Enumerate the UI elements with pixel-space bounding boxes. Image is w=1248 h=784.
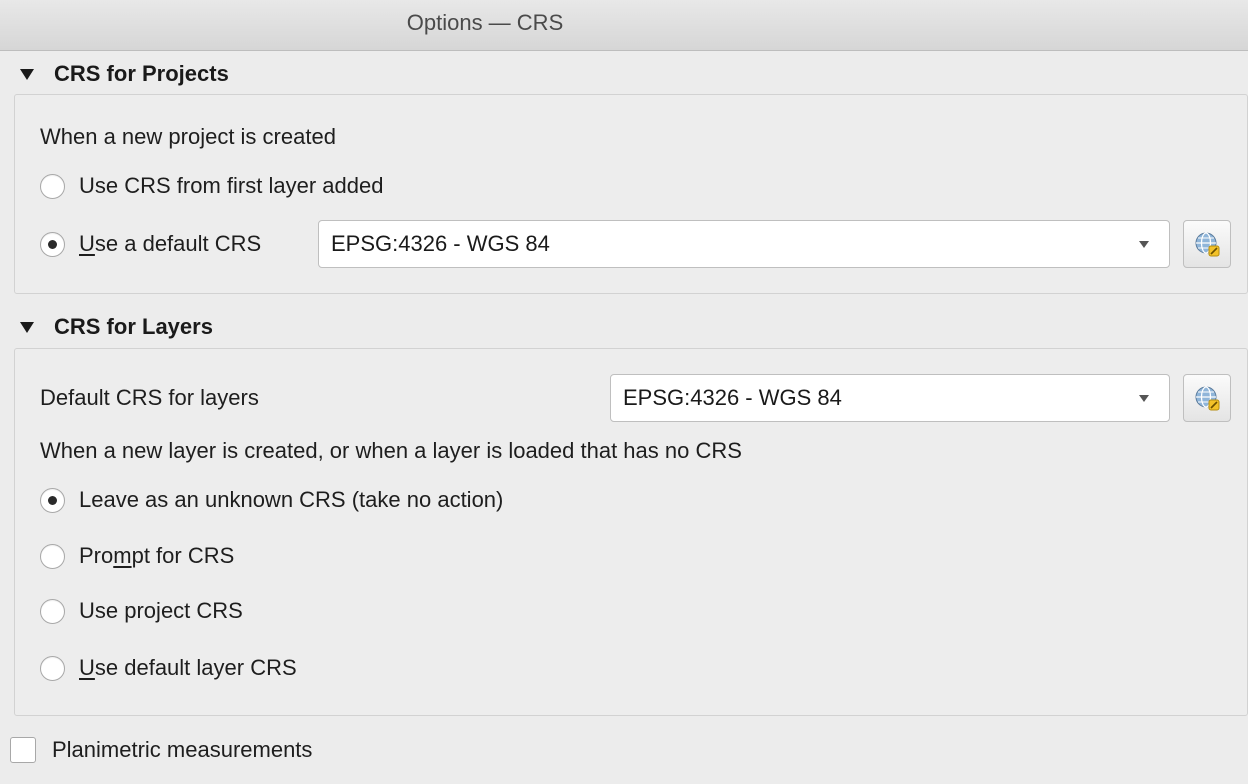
planimetric-label[interactable]: Planimetric measurements: [52, 737, 312, 763]
window-titlebar: Options — CRS: [0, 0, 1248, 51]
radio-first-layer-label[interactable]: Use CRS from first layer added: [79, 173, 383, 199]
radio-project-crs-label[interactable]: Use project CRS: [79, 598, 243, 624]
radio-default-crs-label[interactable]: Use a default CRS: [79, 231, 261, 257]
radio-default-layer-crs-label[interactable]: Use default layer CRS: [79, 655, 297, 681]
radio-default-crs[interactable]: Use a default CRS: [40, 231, 261, 257]
planimetric-checkbox-row[interactable]: Planimetric measurements: [10, 737, 312, 763]
radio-unknown-crs-control[interactable]: [40, 487, 65, 513]
section-header-projects[interactable]: CRS for Projects: [20, 59, 229, 89]
layer-crs-select-button[interactable]: [1183, 374, 1231, 422]
project-crs-select-button[interactable]: [1183, 220, 1231, 268]
radio-default-layer-crs[interactable]: Use default layer CRS: [40, 655, 297, 681]
radio-unknown-crs[interactable]: Leave as an unknown CRS (take no action): [40, 487, 503, 513]
radio-prompt-crs-label[interactable]: Prompt for CRS: [79, 543, 234, 569]
chevron-down-icon[interactable]: [1139, 395, 1149, 402]
project-crs-value: EPSG:4326 - WGS 84: [331, 231, 550, 256]
globe-crs-select-icon: [1195, 232, 1220, 257]
planimetric-checkbox[interactable]: [10, 737, 36, 763]
radio-prompt-crs[interactable]: Prompt for CRS: [40, 543, 234, 569]
radio-prompt-crs-control[interactable]: [40, 543, 65, 569]
globe-crs-select-icon: [1195, 386, 1220, 411]
projects-prompt-label: When a new project is created: [40, 124, 336, 149]
radio-project-crs[interactable]: Use project CRS: [40, 598, 243, 624]
default-crs-layers-label: Default CRS for layers: [40, 385, 259, 410]
layer-crs-value: EPSG:4326 - WGS 84: [623, 385, 842, 410]
radio-first-layer[interactable]: Use CRS from first layer added: [40, 173, 383, 199]
radio-unknown-crs-label[interactable]: Leave as an unknown CRS (take no action): [79, 487, 503, 513]
section-title-projects: CRS for Projects: [54, 61, 229, 86]
chevron-down-icon[interactable]: [1139, 241, 1149, 248]
radio-project-crs-control[interactable]: [40, 598, 65, 624]
section-title-layers: CRS for Layers: [54, 314, 213, 339]
section-header-layers[interactable]: CRS for Layers: [20, 312, 213, 342]
radio-default-layer-crs-control[interactable]: [40, 655, 65, 681]
layers-prompt-label: When a new layer is created, or when a l…: [40, 438, 742, 463]
project-crs-combo[interactable]: EPSG:4326 - WGS 84: [318, 220, 1170, 268]
radio-first-layer-control[interactable]: [40, 173, 65, 199]
layer-crs-combo[interactable]: EPSG:4326 - WGS 84: [610, 374, 1170, 422]
triangle-down-icon[interactable]: [20, 321, 34, 333]
triangle-down-icon[interactable]: [20, 68, 34, 80]
radio-default-crs-control[interactable]: [40, 231, 65, 257]
window-title: Options — CRS: [406, 10, 564, 35]
